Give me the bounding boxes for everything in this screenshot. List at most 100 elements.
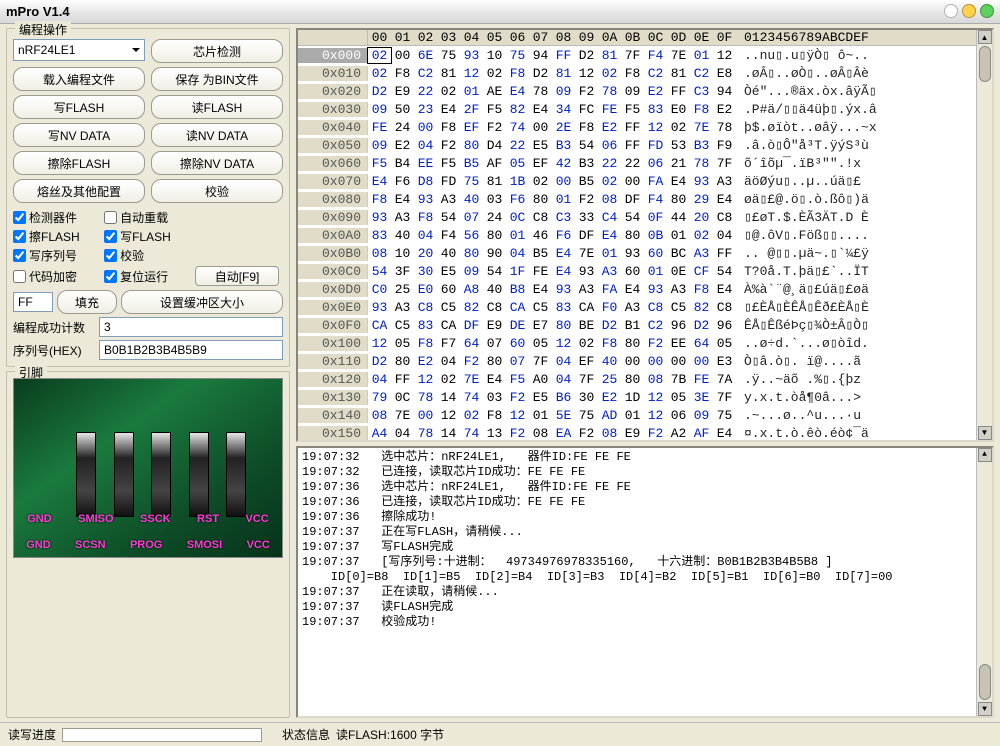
hex-byte[interactable]: E4 [437, 102, 460, 117]
hex-byte[interactable]: DF [460, 318, 483, 333]
hex-byte[interactable]: 00 [644, 354, 667, 369]
hex-byte[interactable]: 12 [644, 390, 667, 405]
hex-byte[interactable]: 07 [506, 354, 529, 369]
hex-byte[interactable]: E5 [529, 390, 552, 405]
hex-byte[interactable]: A3 [598, 264, 621, 279]
hex-byte[interactable]: 7F [575, 372, 598, 387]
checkbox-writeflash[interactable]: 写FLASH [104, 228, 193, 245]
hex-byte[interactable]: 34 [552, 102, 575, 117]
hex-byte[interactable]: E4 [713, 426, 736, 441]
hex-byte[interactable]: 80 [529, 192, 552, 207]
hex-byte[interactable]: 81 [667, 66, 690, 81]
hex-byte[interactable]: E3 [713, 354, 736, 369]
auto-f9-button[interactable]: 自动[F9] [195, 266, 279, 286]
hex-byte[interactable]: 90 [483, 246, 506, 261]
hex-byte[interactable]: 78 [598, 84, 621, 99]
hex-byte[interactable]: 80 [552, 318, 575, 333]
hex-byte[interactable]: EE [667, 336, 690, 351]
hex-byte[interactable]: EF [575, 354, 598, 369]
erase-flash-button[interactable]: 擦除FLASH [13, 151, 145, 175]
hex-byte[interactable]: E5 [529, 138, 552, 153]
hex-byte[interactable]: 0C [506, 210, 529, 225]
hex-byte[interactable]: 13 [483, 426, 506, 441]
hex-row[interactable]: 0x020D2E9220201AEE47809F27809E2FFC394Òé"… [298, 82, 992, 100]
hex-byte[interactable]: FE [368, 120, 391, 135]
hex-byte[interactable]: 40 [483, 282, 506, 297]
hex-byte[interactable]: 74 [460, 426, 483, 441]
hex-row[interactable]: 0x00002006E7593107594FFD2817FF47E0112..n… [298, 46, 992, 64]
hex-byte[interactable]: 08 [598, 426, 621, 441]
save-bin-button[interactable]: 保存 为BIN文件 [151, 67, 283, 91]
hex-byte[interactable]: 21 [667, 156, 690, 171]
hex-byte[interactable]: CA [575, 300, 598, 315]
hex-byte[interactable]: 0B [644, 228, 667, 243]
hex-byte[interactable]: 3E [690, 390, 713, 405]
hex-byte[interactable]: 12 [552, 336, 575, 351]
hex-byte[interactable]: C8 [414, 300, 437, 315]
hex-byte[interactable]: F8 [621, 66, 644, 81]
hex-byte[interactable]: 02 [598, 66, 621, 81]
hex-byte[interactable]: F7 [437, 336, 460, 351]
hex-byte[interactable]: 06 [644, 156, 667, 171]
hex-byte[interactable]: F9 [713, 138, 736, 153]
hex-byte[interactable]: 00 [621, 174, 644, 189]
hex-byte[interactable]: 08 [529, 426, 552, 441]
scroll-down-icon[interactable]: ▼ [978, 426, 992, 440]
hex-byte[interactable]: FD [644, 138, 667, 153]
hex-byte[interactable]: 00 [529, 120, 552, 135]
hex-byte[interactable]: F2 [575, 84, 598, 99]
scroll-up-icon[interactable]: ▲ [978, 30, 992, 44]
hex-byte[interactable]: E4 [667, 174, 690, 189]
hex-byte[interactable]: 54 [483, 264, 506, 279]
detect-button[interactable]: 芯片检测 [151, 39, 283, 63]
write-nv-button[interactable]: 写NV DATA [13, 123, 145, 147]
checkbox-autoreload[interactable]: 自动重载 [104, 209, 193, 226]
hex-byte[interactable]: C2 [690, 66, 713, 81]
hex-byte[interactable]: 1D [621, 390, 644, 405]
hex-byte[interactable]: C2 [414, 66, 437, 81]
hex-byte[interactable]: E0 [414, 282, 437, 297]
hex-byte[interactable]: DE [506, 318, 529, 333]
hex-byte[interactable]: 00 [690, 354, 713, 369]
hex-byte[interactable]: A3 [667, 282, 690, 297]
hex-byte[interactable]: F5 [437, 156, 460, 171]
hex-byte[interactable]: 07 [483, 336, 506, 351]
hex-byte[interactable]: FE [529, 264, 552, 279]
hex-byte[interactable]: E4 [529, 102, 552, 117]
hex-byte[interactable]: E4 [621, 282, 644, 297]
hex-byte[interactable]: FF [621, 120, 644, 135]
hex-byte[interactable]: F4 [437, 228, 460, 243]
hex-byte[interactable]: 78 [414, 390, 437, 405]
hex-byte[interactable]: 53 [667, 138, 690, 153]
hex-byte[interactable]: E8 [713, 66, 736, 81]
hex-byte[interactable]: F5 [621, 102, 644, 117]
chip-select-combo[interactable]: nRF24LE1 [13, 39, 145, 61]
hex-byte[interactable]: B6 [552, 390, 575, 405]
hex-byte[interactable]: C5 [529, 300, 552, 315]
hex-byte[interactable]: 12 [575, 66, 598, 81]
hex-byte[interactable]: DF [621, 192, 644, 207]
scroll-thumb[interactable] [979, 46, 991, 82]
hex-byte[interactable]: 22 [414, 84, 437, 99]
hex-byte[interactable]: 12 [506, 408, 529, 423]
hex-byte[interactable]: EF [460, 120, 483, 135]
hex-byte[interactable]: 78 [529, 84, 552, 99]
hex-byte[interactable]: 60 [621, 264, 644, 279]
hex-byte[interactable]: 5E [552, 408, 575, 423]
hex-byte[interactable]: 93 [460, 48, 483, 63]
hex-byte[interactable]: C3 [552, 210, 575, 225]
hex-byte[interactable]: F6 [552, 228, 575, 243]
hex-byte[interactable]: 04 [437, 354, 460, 369]
hex-byte[interactable]: 02 [483, 66, 506, 81]
hex-byte[interactable]: A3 [621, 300, 644, 315]
hex-byte[interactable]: C5 [391, 318, 414, 333]
hex-byte[interactable]: 46 [529, 228, 552, 243]
hex-byte[interactable]: EA [552, 426, 575, 441]
hex-row[interactable]: 0x150A40478147413F208EAF208E9F2A2AFE4¤.x… [298, 424, 992, 442]
hex-byte[interactable]: B5 [575, 174, 598, 189]
hex-byte[interactable]: 09 [368, 102, 391, 117]
hex-byte[interactable]: 09 [621, 84, 644, 99]
hex-byte[interactable]: C3 [690, 84, 713, 99]
hex-byte[interactable]: 54 [368, 264, 391, 279]
hex-byte[interactable]: 06 [598, 138, 621, 153]
